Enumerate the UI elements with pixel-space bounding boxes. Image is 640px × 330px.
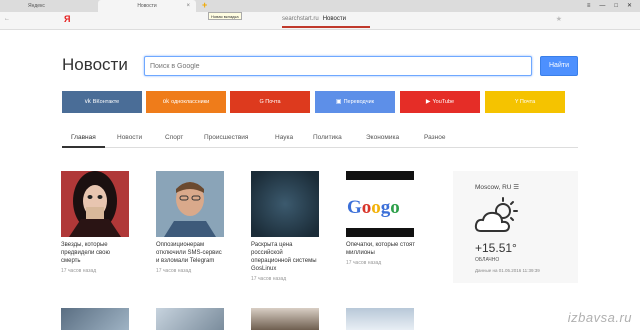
news-image[interactable] (251, 171, 319, 237)
browser-titlebar: Яндекс Новости × + ≡ — □ ✕ (0, 0, 640, 12)
menu-icon[interactable]: ≡ (587, 0, 591, 12)
news-time: 17 часов назад (156, 268, 192, 274)
watermark: izbavsa.ru (567, 310, 632, 325)
tab-science[interactable]: Наука (275, 128, 293, 148)
weather-date: Данные на 01.05.2016 11:39:39 (475, 268, 540, 273)
news-card[interactable]: Звезды, которые предвидели свою смерть 1… (61, 171, 131, 274)
news-image[interactable] (156, 171, 224, 237)
weather-desc: ОБЛАЧНО (475, 257, 500, 263)
news-card[interactable]: Оппозиционерам отключили SMS-сервис и вз… (156, 171, 226, 274)
minimize-icon[interactable]: — (599, 0, 605, 12)
weather-widget[interactable]: Moscow, RU ☰ +15.51° ОБЛАЧНО Данные на 0… (453, 171, 578, 283)
back-arrow-icon[interactable]: ← (4, 16, 10, 22)
tab-label: Яндекс (28, 3, 45, 9)
tab-news[interactable]: Новости (117, 128, 142, 148)
tab-economy[interactable]: Экономика (366, 128, 399, 148)
news-image[interactable] (61, 308, 129, 330)
cloud-sun-icon (473, 197, 519, 240)
tab-politics[interactable]: Политика (313, 128, 342, 148)
tab-incidents[interactable]: Происшествия (204, 128, 248, 148)
translate-icon: ▣ (335, 99, 342, 105)
news-time: 17 часов назад (251, 276, 287, 282)
service-ok[interactable]: ok одноклассники (146, 91, 226, 113)
service-gmail[interactable]: G Почта (230, 91, 310, 113)
news-time: 17 часов назад (346, 260, 382, 266)
service-translate[interactable]: ▣ Переводчик (315, 91, 395, 113)
search-button[interactable]: Найти (540, 56, 578, 76)
tab-sport[interactable]: Спорт (165, 128, 183, 148)
tab-label: Новости (137, 3, 157, 9)
news-image[interactable] (346, 308, 414, 330)
news-image[interactable] (61, 171, 129, 237)
news-image[interactable] (251, 308, 319, 330)
news-caption[interactable]: Раскрыта цена российской операционной си… (251, 241, 321, 273)
page-title: Новости (62, 55, 128, 74)
url-field[interactable]: searchstart.ru Новости (282, 16, 346, 22)
yandex-logo[interactable]: Я (64, 14, 70, 24)
close-icon[interactable]: × (186, 0, 190, 12)
tab-news[interactable]: Новости × (98, 0, 196, 12)
service-label: одноклассники (171, 99, 210, 105)
service-label: G Почта (259, 99, 281, 105)
tab-misc[interactable]: Разное (424, 128, 445, 148)
youtube-icon: ▶ (425, 99, 431, 105)
service-youtube[interactable]: ▶ YouTube (400, 91, 480, 113)
close-window-icon[interactable]: ✕ (627, 0, 632, 12)
news-image[interactable]: Googo (346, 171, 414, 237)
news-caption[interactable]: Оппозиционерам отключили SMS-сервис и вз… (156, 241, 226, 265)
news-time: 17 часов назад (61, 268, 97, 274)
news-image[interactable] (156, 308, 224, 330)
url-host: searchstart.ru (282, 16, 319, 22)
service-yandex-mail[interactable]: Y Почта (485, 91, 565, 113)
vk-icon: vk (84, 99, 91, 105)
maximize-icon[interactable]: □ (614, 0, 618, 12)
weather-city[interactable]: Moscow, RU ☰ (475, 183, 519, 191)
service-label: YouTube (432, 99, 455, 105)
tab-yandex[interactable]: Яндекс (8, 0, 98, 12)
svg-text:Googo: Googo (347, 197, 400, 218)
services-bar: vk ВКонтакте ok одноклассники G Почта ▣ Пер… (62, 91, 640, 113)
service-label: Переводчик (343, 99, 375, 105)
news-category-tabs: Главная Новости Спорт Происшествия Наука… (62, 128, 578, 148)
weather-temp: +15.51° (475, 241, 517, 255)
ok-icon: ok (162, 99, 170, 105)
tab-main[interactable]: Главная (62, 128, 105, 148)
news-card[interactable]: Googo Опечатки, которые стоят миллионы 1… (346, 171, 416, 266)
service-label: ВКонтакте (92, 99, 120, 105)
news-caption[interactable]: Звезды, которые предвидели свою смерть (61, 241, 131, 265)
new-tab-button[interactable]: + (202, 0, 210, 10)
search-input[interactable] (144, 56, 532, 76)
service-label: Y Почта (514, 99, 536, 105)
window-controls: ≡ — □ ✕ (587, 0, 632, 12)
url-title: Новости (322, 16, 346, 22)
news-card[interactable]: Раскрыта цена российской операционной си… (251, 171, 321, 282)
bookmark-star-icon[interactable]: ★ (556, 15, 562, 23)
highlight-underline (282, 26, 370, 28)
new-tab-tooltip: Новая вкладка (208, 12, 242, 20)
news-caption[interactable]: Опечатки, которые стоят миллионы (346, 241, 416, 257)
service-vk[interactable]: vk ВКонтакте (62, 91, 142, 113)
